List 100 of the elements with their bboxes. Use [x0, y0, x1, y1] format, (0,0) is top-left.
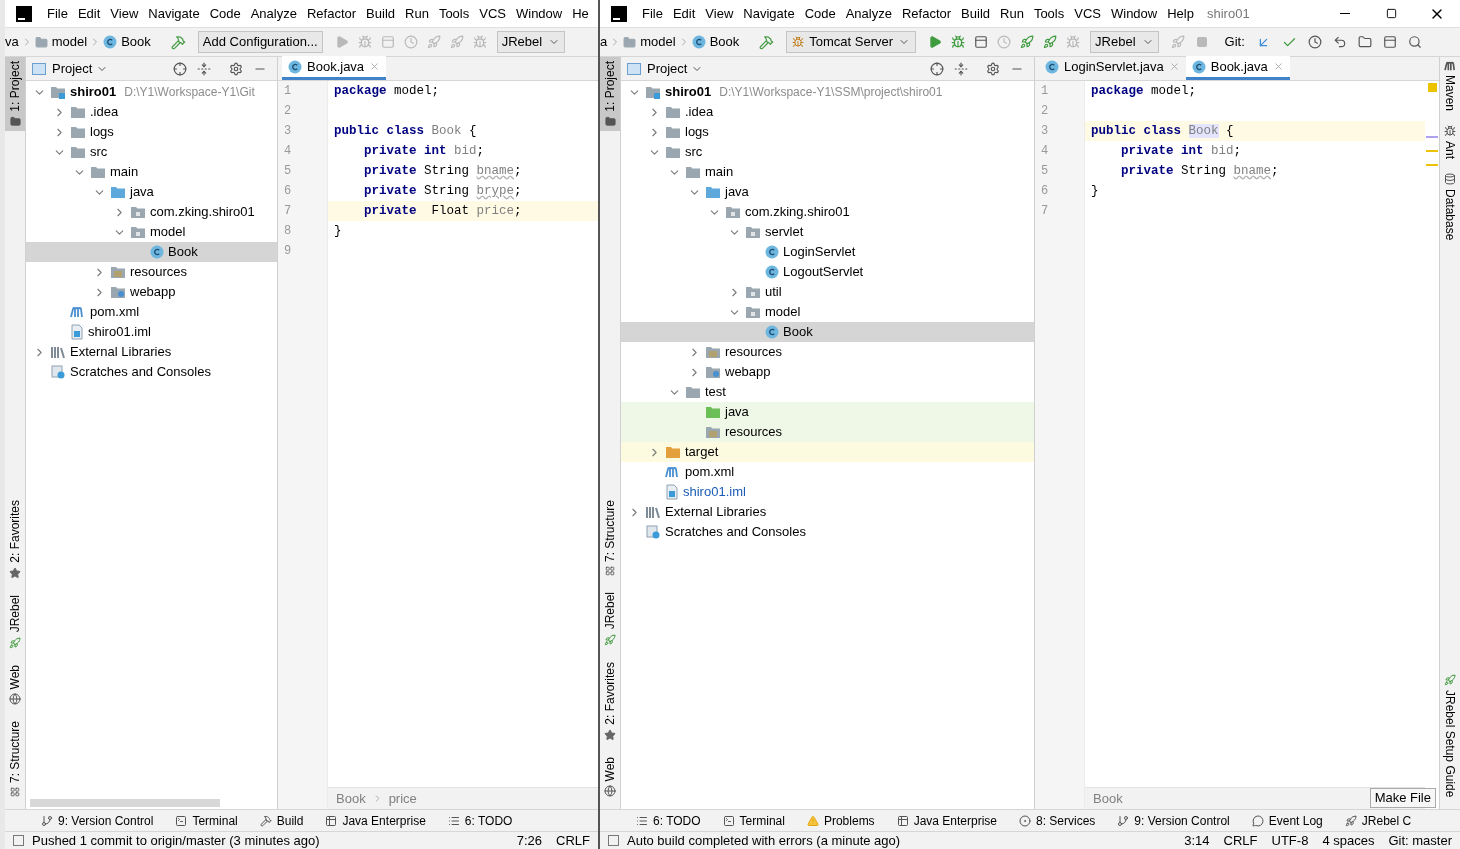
breadcrumb-item[interactable]: Book	[121, 32, 151, 52]
rocket-icon[interactable]	[426, 35, 441, 49]
tree-row[interactable]: .idea	[26, 102, 277, 122]
history-icon[interactable]	[1307, 35, 1322, 49]
tree-row[interactable]: main	[621, 162, 1034, 182]
tree-row[interactable]: External Libraries	[26, 342, 277, 362]
project-view-dropdown[interactable]: Project	[52, 58, 93, 79]
code-breadcrumb[interactable]: Book	[336, 788, 366, 809]
tree-row[interactable]: resources	[621, 342, 1034, 362]
menu-item[interactable]: View	[700, 3, 739, 24]
tree-row[interactable]: test	[621, 382, 1034, 402]
tool-tab[interactable]: Build	[259, 811, 304, 830]
rocket-debug-icon[interactable]	[449, 35, 464, 49]
tree-row[interactable]: shiro01.iml	[26, 322, 277, 342]
tool-window-tab[interactable]: Database	[1440, 169, 1460, 245]
menu-item[interactable]: Run	[995, 3, 1029, 24]
hammer-icon[interactable]	[759, 34, 775, 50]
tool-window-tab[interactable]: 2: Favorites	[5, 496, 25, 584]
tree-row[interactable]: Book	[26, 242, 277, 262]
menu-item[interactable]: Code	[204, 3, 246, 24]
status-item[interactable]: UTF-8	[1271, 832, 1309, 849]
locate-icon[interactable]	[173, 61, 187, 76]
tool-tab[interactable]: Event Log	[1251, 811, 1323, 830]
status-toggle-icon[interactable]	[13, 835, 24, 846]
tree-row[interactable]: webapp	[621, 362, 1034, 382]
tool-window-tab[interactable]: Web	[5, 660, 25, 709]
status-item[interactable]: CRLF	[556, 832, 590, 849]
breadcrumb-item[interactable]: model	[51, 32, 88, 52]
tool-window-tab[interactable]: 1: Project	[5, 57, 25, 131]
tree-row[interactable]: Scratches and Consoles	[621, 522, 1034, 542]
menu-item[interactable]: Navigate	[143, 3, 205, 24]
menu-item[interactable]: VCS	[1069, 3, 1106, 24]
menu-item[interactable]: File	[637, 3, 668, 24]
tree-row[interactable]: logs	[621, 122, 1034, 142]
tool-window-tab[interactable]: 7: Structure	[5, 716, 25, 801]
tool-tab[interactable]: 8: Services	[1019, 811, 1096, 830]
breadcrumb-item[interactable]: va	[5, 32, 19, 52]
tool-tab[interactable]: Java Enterprise	[325, 811, 426, 830]
menu-item[interactable]: Window	[1105, 3, 1163, 24]
tool-window-tab[interactable]: Web	[600, 752, 620, 801]
menu-item[interactable]: Tools	[1028, 3, 1070, 24]
menu-item[interactable]: Navigate	[738, 3, 800, 24]
jrebel-dropdown[interactable]: JRebel	[1090, 31, 1159, 53]
project-view-dropdown[interactable]: Project	[647, 58, 688, 79]
status-item[interactable]: 7:26	[516, 832, 543, 849]
tool-tab[interactable]: 9: Version Control	[1117, 811, 1230, 830]
tree-row[interactable]: model	[26, 222, 277, 242]
code-breadcrumb[interactable]: price	[388, 788, 417, 809]
menu-item[interactable]: Build	[956, 3, 995, 24]
menu-item[interactable]: Tools	[433, 3, 475, 24]
run-configuration-dropdown[interactable]: Tomcat Server	[786, 31, 917, 53]
menu-item[interactable]: File	[42, 3, 73, 24]
tree-row[interactable]: resources	[26, 262, 277, 282]
menu-item[interactable]: Code	[799, 3, 841, 24]
settings-icon[interactable]	[229, 61, 243, 76]
hammer-icon[interactable]	[170, 34, 186, 50]
tool-window-tab[interactable]: JRebel Setup Guide	[1440, 669, 1460, 801]
debug-icon[interactable]	[951, 35, 966, 49]
collapse-all-icon[interactable]	[197, 61, 211, 76]
tool-tab[interactable]: Java Enterprise	[896, 811, 997, 830]
status-item[interactable]: 4 spaces	[1322, 832, 1375, 849]
tool-window-tab[interactable]: 1: Project	[600, 57, 620, 131]
status-item[interactable]: 3:14	[1184, 832, 1210, 849]
breadcrumb-item[interactable]: Book	[709, 32, 740, 52]
tree-row[interactable]: webapp	[26, 282, 277, 302]
breadcrumb-item[interactable]: model	[640, 32, 676, 52]
tree-row[interactable]: resources	[621, 422, 1034, 442]
editor-tab[interactable]: Book.java	[1185, 56, 1290, 80]
menu-item[interactable]: Analyze	[840, 3, 897, 24]
tool-tab[interactable]: Terminal	[175, 811, 238, 830]
menu-item[interactable]: Run	[400, 3, 434, 24]
status-item[interactable]: Git: master	[1388, 832, 1452, 849]
menu-item[interactable]: Help	[1162, 3, 1199, 24]
tree-row[interactable]: pom.xml	[621, 462, 1034, 482]
tool-tab[interactable]: Problems	[806, 811, 875, 830]
tool-tab[interactable]: 9: Version Control	[41, 811, 154, 830]
code-breadcrumb[interactable]: Book	[1093, 788, 1123, 809]
add-configuration-button[interactable]: Add Configuration...	[197, 31, 323, 53]
debug-icon[interactable]	[357, 35, 372, 49]
tree-row[interactable]: src	[621, 142, 1034, 162]
tree-row[interactable]: main	[26, 162, 277, 182]
horizontal-scrollbar[interactable]	[30, 799, 220, 807]
settings-icon[interactable]	[986, 61, 1000, 76]
menu-item[interactable]: He	[567, 3, 594, 24]
close-tab-icon[interactable]	[369, 61, 381, 72]
breadcrumb-item[interactable]: a	[600, 32, 608, 52]
editor-tab[interactable]: LoginServlet.java	[1039, 56, 1186, 80]
menu-item[interactable]: Edit	[667, 3, 701, 24]
editor-tab[interactable]: Book.java	[282, 56, 387, 80]
tree-row[interactable]: shiro01 D:\Y1\Workspace-Y1\SSM\project\shiro01	[621, 82, 1034, 102]
locate-icon[interactable]	[930, 61, 944, 76]
tree-row[interactable]: util	[621, 282, 1034, 302]
menu-item[interactable]: View	[105, 3, 144, 24]
run-icon[interactable]	[334, 35, 349, 49]
tree-row[interactable]: External Libraries	[621, 502, 1034, 522]
rocket-debug-icon[interactable]	[1043, 35, 1058, 49]
undo-icon[interactable]	[1332, 35, 1347, 49]
tree-row[interactable]: java	[621, 402, 1034, 422]
tree-row[interactable]: shiro01.iml	[621, 482, 1034, 502]
tree-row[interactable]: .idea	[621, 102, 1034, 122]
